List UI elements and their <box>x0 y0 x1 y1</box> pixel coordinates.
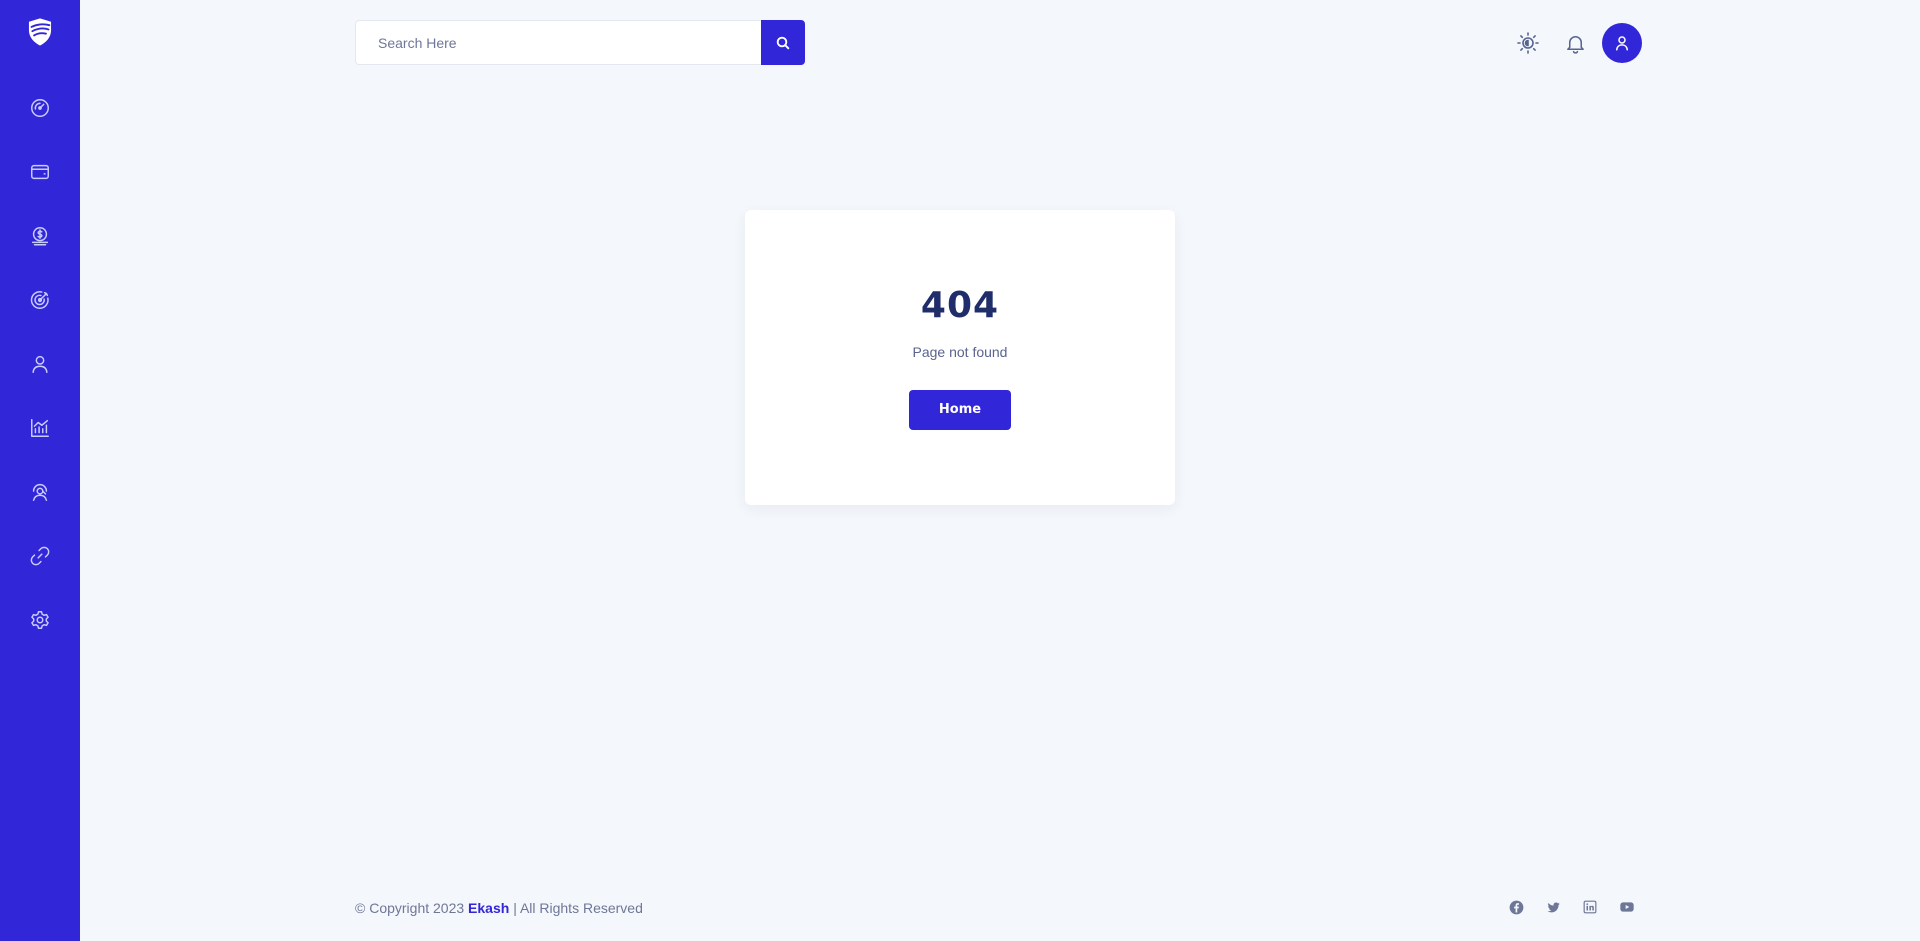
error-code: 404 <box>920 285 1000 326</box>
sidebar-item-wallet[interactable] <box>18 150 62 194</box>
error-message: Page not found <box>912 344 1008 360</box>
sidebar-nav <box>18 86 62 662</box>
error-card: 404 Page not found Home <box>745 210 1175 505</box>
copyright-text: © Copyright 2023 <box>355 900 465 916</box>
search-bar <box>355 20 805 65</box>
linkedin-icon <box>1583 900 1597 914</box>
sidebar-item-links[interactable] <box>18 534 62 578</box>
settings-icon <box>31 611 49 629</box>
search-button[interactable] <box>761 20 805 65</box>
shield-logo-icon[interactable] <box>22 14 58 50</box>
home-button[interactable]: Home <box>909 390 1011 430</box>
user-icon <box>32 355 48 373</box>
analytics-icon <box>31 419 49 437</box>
facebook-link[interactable] <box>1505 896 1527 918</box>
bell-icon <box>1566 35 1584 54</box>
youtube-link[interactable] <box>1616 896 1638 918</box>
header-actions <box>1508 23 1642 63</box>
target-icon <box>30 291 49 309</box>
support-icon <box>32 483 48 501</box>
twitter-icon <box>1547 902 1560 912</box>
rights-text: | All Rights Reserved <box>513 900 643 916</box>
search-icon <box>776 36 790 49</box>
brand-link[interactable]: Ekash <box>468 900 509 916</box>
sidebar-item-profile[interactable] <box>18 342 62 386</box>
user-menu-button[interactable] <box>1602 23 1642 63</box>
user-icon <box>1616 36 1628 51</box>
notifications-button[interactable] <box>1555 23 1595 63</box>
social-links <box>1505 896 1638 918</box>
sidebar-item-goals[interactable] <box>18 278 62 322</box>
money-bag-icon <box>31 227 49 246</box>
sidebar-item-settings[interactable] <box>18 598 62 642</box>
facebook-icon <box>1509 900 1523 914</box>
dashboard-icon <box>31 99 49 117</box>
link-icon <box>30 546 50 566</box>
twitter-link[interactable] <box>1542 896 1564 918</box>
sun-icon <box>1517 32 1539 54</box>
sidebar-item-support[interactable] <box>18 470 62 514</box>
theme-toggle-button[interactable] <box>1508 23 1548 63</box>
search-input[interactable] <box>355 20 761 65</box>
youtube-icon <box>1620 902 1634 912</box>
sidebar-item-money[interactable] <box>18 214 62 258</box>
sidebar-item-dashboard[interactable] <box>18 86 62 130</box>
wallet-icon <box>31 164 49 180</box>
sidebar-item-analytics[interactable] <box>18 406 62 450</box>
footer-copyright: © Copyright 2023 Ekash | All Rights Rese… <box>355 900 643 916</box>
linkedin-link[interactable] <box>1579 896 1601 918</box>
sidebar <box>0 0 80 941</box>
